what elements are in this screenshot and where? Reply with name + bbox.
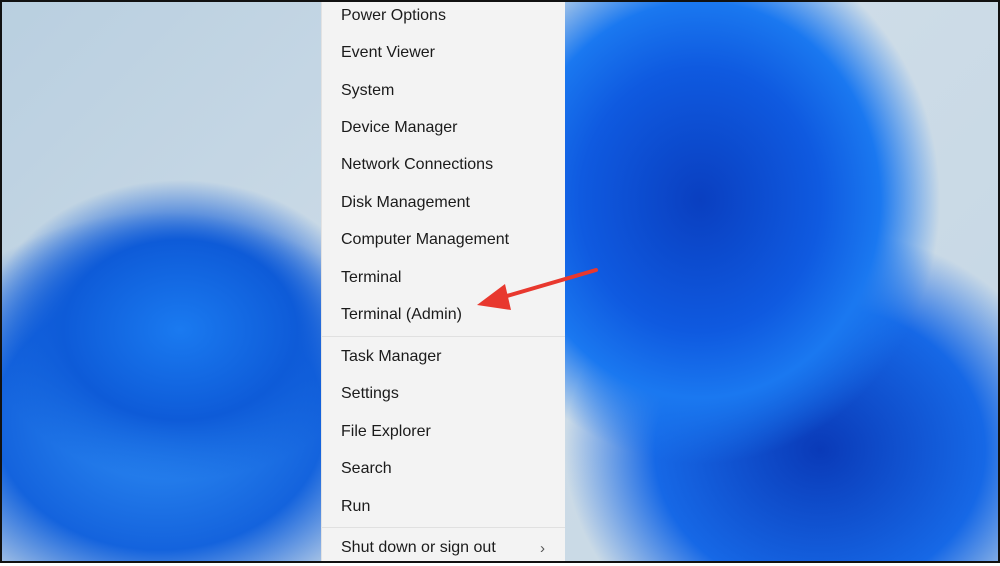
annotation-arrow — [477, 268, 598, 310]
